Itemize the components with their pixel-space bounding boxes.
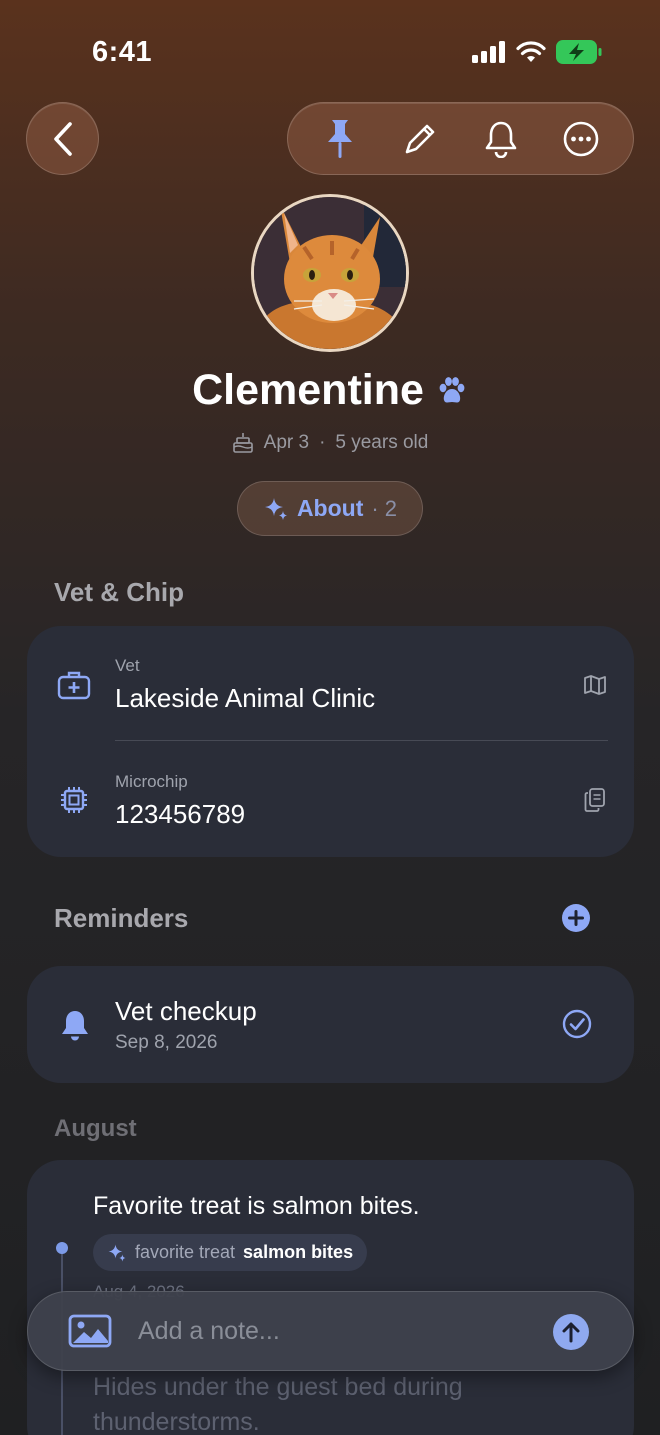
reminder-date: Sep 8, 2026 [115,1032,218,1053]
about-button[interactable]: About · 2 [237,481,423,536]
action-toolbar [287,102,634,175]
image-icon [68,1314,112,1348]
sparkles-icon [108,1244,126,1261]
copy-icon [584,788,605,812]
notes-month-title: August [54,1115,137,1142]
tag-key: favorite treat [135,1242,236,1262]
pencil-icon [406,124,435,153]
divider [115,740,608,741]
wifi-icon [516,41,546,62]
cake-icon [232,433,253,453]
paw-icon [439,376,465,402]
about-count: · 2 [371,495,398,521]
cellular-signal-icon [472,41,505,63]
attach-photo-button[interactable] [68,1314,112,1353]
status-bar: 6:41 [0,0,660,100]
medical-kit-icon [57,668,91,702]
edit-button[interactable] [392,111,448,167]
note-composer [27,1291,634,1371]
tag-value: salmon bites [243,1242,354,1262]
map-icon [584,675,606,695]
note-input[interactable] [138,1308,538,1354]
plus-circle-icon [562,904,590,932]
pin-icon [328,119,353,158]
about-label: About [296,495,364,521]
complete-reminder-button[interactable] [562,1009,592,1039]
bell-icon [485,121,516,158]
back-button[interactable] [26,102,99,175]
reminder-card[interactable]: Vet checkup Sep 8, 2026 [27,966,634,1083]
vet-section-title: Vet & Chip [54,577,185,607]
birthday-separator: · [319,432,326,453]
reminder-title: Vet checkup [115,996,257,1026]
add-reminder-button[interactable] [562,904,590,932]
send-button[interactable] [553,1314,589,1350]
note-text[interactable]: Hides under the guest bed during thunder… [93,1370,613,1435]
arrow-up-icon [562,1322,580,1343]
bell-icon [58,1008,92,1042]
chip-icon [57,783,91,817]
microchip-value: 123456789 [115,799,246,829]
pet-avatar[interactable] [251,194,409,352]
vet-value[interactable]: Lakeside Animal Clinic [115,683,375,714]
status-time: 6:41 [92,36,153,68]
map-button[interactable] [582,672,608,698]
birthday-date: Apr 3 [263,432,310,453]
copy-button[interactable] [582,787,608,813]
pet-name: Clementine [192,366,424,414]
pet-name-row: Clementine [0,366,660,415]
sparkles-icon [264,497,287,520]
more-button[interactable] [553,111,609,167]
vet-label: Vet [115,656,140,675]
microchip-label: Microchip [115,772,188,791]
timeline-dot [56,1242,68,1254]
status-icons [472,40,602,64]
reminders-title: Reminders [54,903,189,933]
note-tag-chip[interactable]: favorite treat salmon bites [93,1234,368,1271]
notifications-button[interactable] [473,111,529,167]
cat-photo [254,197,406,349]
back-chevron-icon [53,121,72,156]
pin-button[interactable] [312,111,368,167]
more-icon [563,121,599,156]
birthday-row: Apr 3 · 5 years old [0,432,660,454]
pet-age: 5 years old [335,432,429,453]
note-text[interactable]: Favorite treat is salmon bites. [93,1192,420,1221]
battery-charging-icon [556,40,602,64]
vet-chip-card: Vet Lakeside Animal Clinic Microchip 123… [27,626,634,857]
checkmark-circle-icon [562,1009,592,1039]
